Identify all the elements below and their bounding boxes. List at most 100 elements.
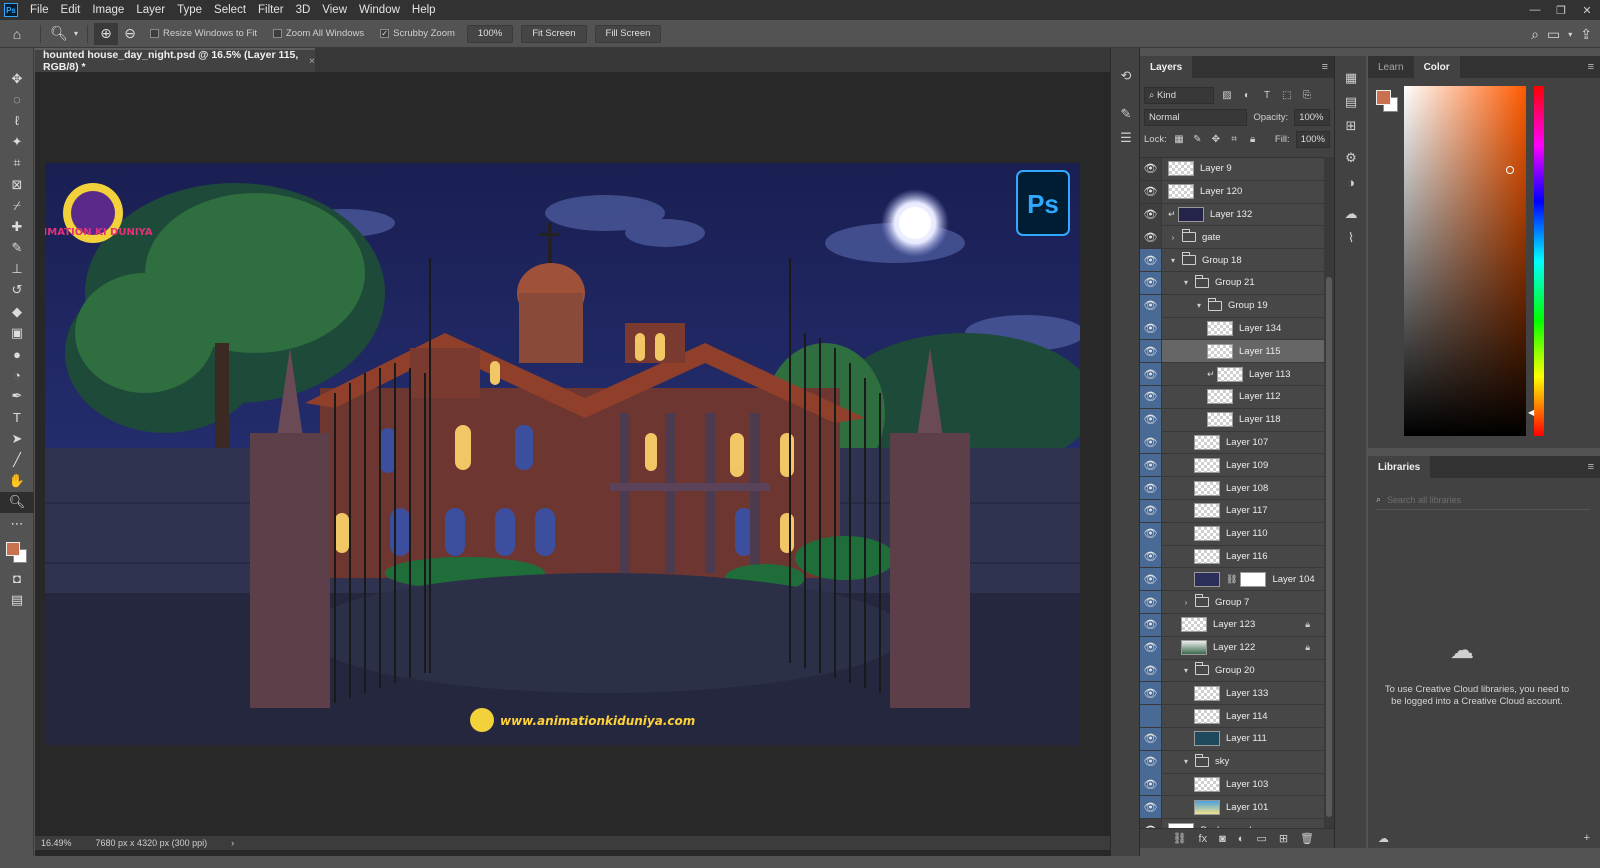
history-icon[interactable]: ⟲	[1111, 64, 1141, 88]
brush-tool-icon[interactable]: ✎	[0, 238, 34, 259]
pen-tool-icon[interactable]: ✒	[0, 386, 34, 407]
healing-brush-tool-icon[interactable]: ✚	[0, 216, 34, 237]
lock-artboard-icon[interactable]: ⌗	[1228, 134, 1240, 145]
hand-tool-icon[interactable]: ✋	[0, 471, 34, 492]
visibility-eye-icon[interactable]: 👁︎	[1140, 636, 1162, 659]
layer-list-scrollbar[interactable]	[1324, 157, 1334, 829]
color-swatches[interactable]	[0, 534, 34, 568]
zoom-out-icon[interactable]: ⊖	[118, 23, 142, 45]
layer-row[interactable]: 👁︎ ↵ Layer 132	[1140, 203, 1324, 227]
visibility-eye-icon[interactable]: 👁︎	[1140, 180, 1162, 203]
filter-kind-select[interactable]: ⌕ Kind	[1144, 86, 1214, 104]
layer-row[interactable]: 👁︎ Layer 110	[1140, 522, 1324, 546]
tab-learn[interactable]: Learn	[1368, 56, 1414, 78]
visibility-eye-icon[interactable]: 👁︎	[1140, 477, 1162, 500]
fill-screen-button[interactable]: Fill Screen	[594, 24, 662, 43]
menu-3d[interactable]: 3D	[290, 0, 317, 20]
visibility-eye-icon[interactable]: 👁︎	[1140, 203, 1162, 226]
menu-select[interactable]: Select	[208, 0, 252, 20]
layer-group-row[interactable]: 👁︎ › Group 7	[1140, 591, 1324, 614]
visibility-eye-icon[interactable]: 👁︎	[1140, 431, 1162, 454]
menu-help[interactable]: Help	[406, 0, 442, 20]
layer-group-row[interactable]: 👁︎ ▾ Group 21	[1140, 271, 1324, 295]
panel-menu-icon[interactable]: ≡	[1588, 61, 1594, 73]
move-tool-icon[interactable]: ✥	[0, 68, 34, 89]
marquee-tool-icon[interactable]: ◌	[0, 89, 34, 110]
menu-type[interactable]: Type	[171, 0, 208, 20]
layer-row[interactable]: 👁︎ Layer 107	[1140, 431, 1324, 455]
layer-row[interactable]: 👁︎ Layer 120	[1140, 180, 1324, 204]
share-icon[interactable]: ⇪	[1580, 26, 1592, 43]
new-group-icon[interactable]: ▭	[1256, 832, 1266, 845]
type-tool-icon[interactable]: T	[0, 407, 34, 428]
lasso-tool-icon[interactable]: ℓ	[0, 110, 34, 131]
visibility-eye-icon[interactable]: 👁︎	[1140, 317, 1162, 340]
search-icon[interactable]: ⌕	[1531, 26, 1539, 43]
chevron-down-icon[interactable]: ▾	[71, 23, 81, 45]
layer-group-row[interactable]: 👁︎ ▾ sky	[1140, 750, 1324, 774]
delete-layer-icon[interactable]: 🗑︎	[1300, 832, 1314, 845]
layer-row[interactable]: 👁︎ Layer 122 🔒︎	[1140, 636, 1324, 660]
frame-tool-icon[interactable]: ⊠	[0, 174, 34, 195]
visibility-eye-icon[interactable]: 👁︎	[1140, 545, 1162, 568]
paths-icon[interactable]: ⌇	[1335, 226, 1367, 250]
layer-row[interactable]: 👁︎ Layer 115	[1140, 340, 1324, 364]
fit-screen-button[interactable]: Fit Screen	[521, 24, 587, 43]
menu-file[interactable]: File	[24, 0, 55, 20]
home-icon[interactable]: ⌂	[0, 23, 34, 45]
new-layer-icon[interactable]: ⊞	[1279, 832, 1288, 845]
zoom-all-windows-checkbox[interactable]: Zoom All Windows	[272, 28, 364, 39]
opacity-input[interactable]: 100%	[1294, 108, 1330, 126]
zoom-level-readout[interactable]: 16.49%	[41, 838, 72, 848]
line-tool-icon[interactable]: ╱	[0, 449, 34, 470]
pixel-filter-icon[interactable]: ▨	[1220, 90, 1234, 101]
dodge-tool-icon[interactable]: ◔	[0, 365, 34, 386]
smart-object-filter-icon[interactable]: ⎘	[1300, 90, 1314, 101]
layer-group-row[interactable]: 👁︎ ▾ Group 18	[1140, 249, 1324, 272]
eraser-tool-icon[interactable]: ◆	[0, 301, 34, 322]
link-layers-icon[interactable]: ⛓	[1173, 832, 1187, 845]
brush-settings-icon[interactable]: ✎	[1111, 102, 1141, 126]
crop-tool-icon[interactable]: ⌗	[0, 153, 34, 174]
foreground-color-chip[interactable]	[1376, 90, 1391, 105]
visibility-eye-icon[interactable]: 👁︎	[1140, 408, 1162, 431]
chevron-right-icon[interactable]: ›	[1168, 233, 1178, 242]
visibility-eye-icon[interactable]: 👁︎	[1140, 568, 1162, 591]
swatches-icon[interactable]: ▦	[1335, 66, 1367, 90]
visibility-eye-icon[interactable]: 👁︎	[1140, 773, 1162, 796]
layer-row[interactable]: 👁︎ Layer 134	[1140, 317, 1324, 341]
adjustment-filter-icon[interactable]: ◐	[1240, 90, 1254, 101]
chevron-down-icon[interactable]: ▾	[1181, 278, 1191, 287]
history-brush-tool-icon[interactable]: ↺	[0, 280, 34, 301]
color-picker-field[interactable]	[1404, 86, 1526, 436]
layer-group-row[interactable]: 👁︎ › gate	[1140, 226, 1324, 250]
channels-icon[interactable]: ☁	[1335, 202, 1367, 226]
layer-row[interactable]: 👁︎ Layer 118	[1140, 408, 1324, 432]
menu-view[interactable]: View	[316, 0, 353, 20]
chevron-down-icon[interactable]: ▾	[1568, 30, 1572, 39]
visibility-eye-icon[interactable]: 👁︎	[1140, 226, 1162, 249]
lock-pixels-icon[interactable]: ✎	[1191, 134, 1203, 145]
layer-row[interactable]: 👁︎ Layer 112	[1140, 385, 1324, 409]
foreground-color-swatch[interactable]	[6, 542, 20, 557]
tab-layers[interactable]: Layers	[1140, 56, 1193, 78]
layer-row[interactable]: 👁︎ Layer 111	[1140, 727, 1324, 751]
layer-row[interactable]: 👁︎ Layer 114	[1140, 705, 1324, 728]
zoom-tool-icon[interactable]: 🔍︎	[0, 491, 34, 513]
visibility-eye-icon[interactable]: 👁︎	[1140, 613, 1162, 636]
fill-input[interactable]: 100%	[1295, 130, 1330, 148]
layer-row[interactable]: 👁︎ Layer 9	[1140, 158, 1324, 181]
gradient-tool-icon[interactable]: ▣	[0, 322, 34, 343]
layer-group-row[interactable]: 👁︎ ▾ Group 20	[1140, 659, 1324, 683]
chevron-down-icon[interactable]: ▾	[1194, 301, 1204, 310]
tab-libraries[interactable]: Libraries	[1368, 456, 1431, 478]
close-button[interactable]: ✕	[1574, 0, 1600, 20]
libraries-search-input[interactable]: ⌕ Search all libraries	[1376, 490, 1590, 510]
minimize-button[interactable]: —	[1522, 0, 1548, 20]
visibility-eye-icon[interactable]: 👁︎	[1140, 705, 1162, 728]
shape-filter-icon[interactable]: ⬚	[1280, 90, 1294, 101]
zoom-in-icon[interactable]: ⊕	[94, 22, 118, 45]
visibility-eye-icon[interactable]: 👁︎	[1140, 659, 1162, 682]
visibility-eye-icon[interactable]: 👁︎	[1140, 385, 1162, 408]
panel-menu-icon[interactable]: ≡	[1322, 61, 1328, 73]
